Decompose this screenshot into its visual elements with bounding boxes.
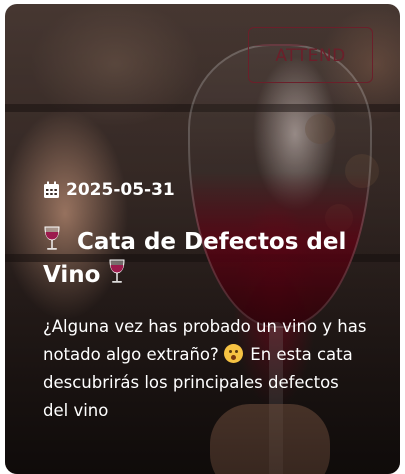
- calendar-icon: [44, 181, 59, 198]
- face-with-hand-over-mouth-icon: [224, 344, 244, 363]
- wine-glass-icon: [109, 259, 125, 283]
- event-title: Cata de Defectos del Vino: [43, 226, 363, 292]
- attend-button[interactable]: ATTEND: [248, 27, 373, 83]
- event-date-text: 2025-05-31: [66, 180, 175, 200]
- event-description: ¿Alguna vez has probado un vino y has no…: [43, 313, 368, 425]
- wine-glass-icon: [44, 226, 60, 250]
- event-date: 2025-05-31: [43, 180, 175, 200]
- event-title-text: Cata de Defectos del Vino: [43, 229, 347, 288]
